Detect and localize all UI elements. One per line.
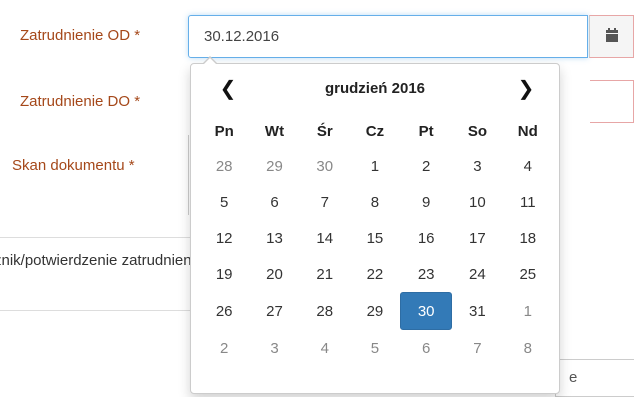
day-cell[interactable]: 1 (350, 148, 400, 184)
day-cell[interactable]: 31 (452, 292, 502, 330)
day-cell[interactable]: 7 (300, 184, 350, 220)
datepicker-header: ❮ grudzień 2016 ❯ (191, 74, 559, 104)
day-cell[interactable]: 21 (300, 256, 350, 292)
day-cell[interactable]: 8 (503, 330, 553, 366)
day-cell[interactable]: 28 (199, 148, 249, 184)
day-cell[interactable]: 29 (350, 292, 400, 330)
day-cell[interactable]: 26 (199, 292, 249, 330)
day-cell[interactable]: 15 (350, 220, 400, 256)
datepicker-grid: Pn Wt Śr Cz Pt So Nd 28 29 30 1 2 3 4 5 6 7 8 9 10 11 12 13 14… (199, 114, 553, 366)
day-cell[interactable]: 18 (503, 220, 553, 256)
day-cell[interactable]: 27 (249, 292, 299, 330)
day-cell[interactable]: 6 (400, 330, 452, 366)
day-cell-selected[interactable]: 30 (400, 292, 453, 330)
day-cell[interactable]: 17 (452, 220, 502, 256)
day-cell[interactable]: 3 (452, 148, 502, 184)
divider (0, 237, 200, 238)
day-cell[interactable]: 7 (452, 330, 502, 366)
document-scan-label: Skan dokumentu * (12, 157, 135, 174)
day-cell[interactable]: 14 (300, 220, 350, 256)
day-cell[interactable]: 12 (199, 220, 249, 256)
weekday-header: Pn (214, 122, 234, 140)
employment-from-input[interactable]: 30.12.2016 (188, 15, 588, 58)
day-cell[interactable]: 8 (350, 184, 400, 220)
datepicker-month-title[interactable]: grudzień 2016 (251, 74, 499, 104)
day-cell[interactable]: 22 (350, 256, 400, 292)
week-row: 12 13 14 15 16 17 18 (199, 220, 553, 256)
day-cell[interactable]: 9 (400, 184, 452, 220)
day-cell[interactable]: 25 (503, 256, 553, 292)
weekday-header: Cz (365, 122, 385, 140)
day-cell[interactable]: 6 (249, 184, 299, 220)
weekday-header: Śr (316, 122, 333, 140)
chevron-left-icon[interactable]: ❮ (213, 74, 243, 104)
employment-from-label: Zatrudnienie OD * (20, 27, 141, 44)
bottom-field[interactable] (555, 359, 634, 397)
calendar-icon (606, 28, 618, 42)
day-cell[interactable]: 3 (249, 330, 299, 366)
day-cell[interactable]: 2 (400, 148, 452, 184)
weekday-header: Pt (418, 122, 434, 140)
day-cell[interactable]: 2 (199, 330, 249, 366)
weekday-header: Nd (517, 122, 538, 140)
day-cell[interactable]: 1 (503, 292, 553, 330)
week-row: 28 29 30 1 2 3 4 (199, 148, 553, 184)
week-row: 26 27 28 29 30 31 1 (199, 292, 553, 330)
day-cell[interactable]: 4 (300, 330, 350, 366)
day-cell[interactable]: 4 (503, 148, 553, 184)
day-cell[interactable]: 10 (452, 184, 502, 220)
day-cell[interactable]: 5 (199, 184, 249, 220)
day-cell[interactable]: 16 (400, 220, 452, 256)
day-cell[interactable]: 20 (249, 256, 299, 292)
document-row-text: znik/potwierdzenie zatrudnienia (0, 252, 190, 269)
weekday-header: So (467, 122, 487, 140)
day-cell[interactable]: 29 (249, 148, 299, 184)
day-cell[interactable]: 28 (300, 292, 350, 330)
week-row: 2345678 (199, 330, 553, 366)
day-cell[interactable]: 19 (199, 256, 249, 292)
bottom-field-text: e (569, 369, 578, 386)
day-cell[interactable]: 30 (300, 148, 350, 184)
divider (0, 310, 200, 311)
day-cell[interactable]: 13 (249, 220, 299, 256)
calendar-button[interactable] (589, 15, 634, 58)
employment-to-label: Zatrudnienie DO * (20, 93, 141, 110)
week-row: 19 20 21 22 23 24 25 (199, 256, 553, 292)
week-row: 5 6 7 8 9 10 11 (199, 184, 553, 220)
datepicker-popup: ❮ grudzień 2016 ❯ Pn Wt Śr Cz Pt So Nd 28 29 30 1… (190, 56, 560, 394)
day-cell[interactable]: 11 (503, 184, 553, 220)
day-cell[interactable]: 23 (400, 256, 452, 292)
day-cell[interactable]: 24 (452, 256, 502, 292)
chevron-right-icon[interactable]: ❯ (511, 74, 541, 104)
weekday-header: Wt (264, 122, 285, 140)
employment-to-input[interactable] (590, 80, 634, 123)
day-cell[interactable]: 5 (350, 330, 400, 366)
